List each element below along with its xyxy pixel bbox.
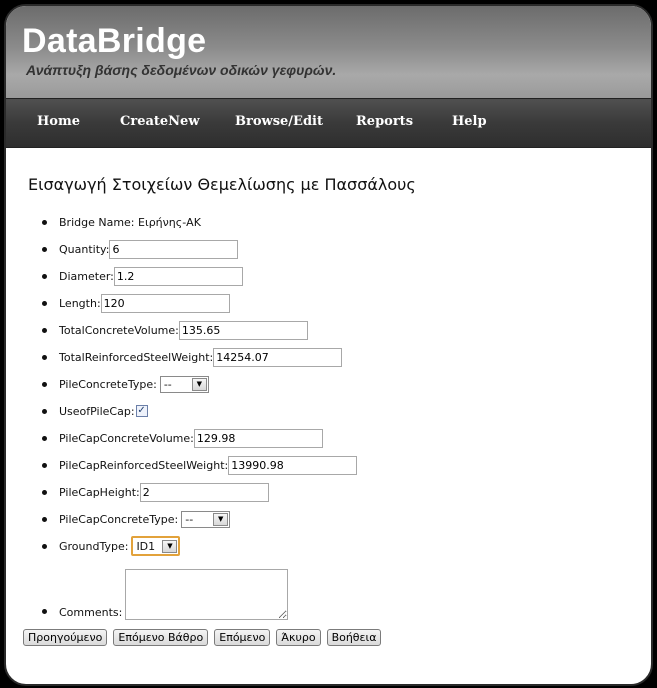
- form-row-length: Length:: [42, 292, 230, 314]
- triangle-down-icon[interactable]: ▼: [191, 377, 207, 391]
- bridge-name-value: Ειρήνης-ΑΚ: [138, 215, 201, 229]
- form-row-comments: Comments:: [42, 564, 289, 620]
- form-row-pile-cap-concrete-type: PileCapConcreteType: -- ▼: [42, 508, 231, 530]
- nav-help[interactable]: Help: [452, 114, 487, 129]
- form-row-pile-cap-reinforced-steel-weight: PileCapReinforcedSteelWeight:: [42, 454, 358, 476]
- bullet: [42, 219, 47, 225]
- use-of-pile-cap-checkbox[interactable]: ✓: [135, 405, 148, 417]
- diameter-input[interactable]: [113, 266, 243, 286]
- triangle-down-icon[interactable]: ▼: [213, 512, 229, 526]
- pile-cap-height-label: PileCapHeight:: [59, 485, 140, 499]
- pile-cap-concrete-type-label: PileCapConcreteType:: [59, 512, 179, 526]
- ground-type-label: GroundType:: [59, 539, 129, 553]
- triangle-down-icon[interactable]: ▼: [162, 539, 178, 553]
- total-reinforced-steel-weight-input[interactable]: [213, 347, 343, 367]
- pile-cap-concrete-volume-input[interactable]: [193, 428, 323, 448]
- next-pier-button[interactable]: Επόμενο Βάθρο: [113, 629, 209, 646]
- bullet: [42, 381, 47, 387]
- main-nav: Home CreateNew Browse/Edit Reports Help: [6, 98, 651, 148]
- pile-cap-concrete-type-select[interactable]: -- ▼: [181, 510, 231, 528]
- bullet: [42, 354, 47, 360]
- bullet: [42, 489, 47, 495]
- bullet: [42, 246, 47, 252]
- form-row-diameter: Diameter:: [42, 265, 243, 287]
- nav-reports[interactable]: Reports: [356, 114, 413, 129]
- pile-concrete-type-selected: --: [163, 377, 172, 391]
- quantity-input[interactable]: [109, 239, 239, 259]
- total-concrete-volume-label: TotalConcreteVolume:: [59, 323, 179, 337]
- site-header: DataBridge Ανάπτυξη βάσης δεδομένων οδικ…: [6, 6, 651, 98]
- bullet: [42, 516, 47, 522]
- total-concrete-volume-input[interactable]: [178, 320, 308, 340]
- cancel-button[interactable]: Άκυρο: [276, 629, 321, 646]
- length-input[interactable]: [100, 293, 230, 313]
- bullet: [42, 435, 47, 441]
- bullet: [42, 273, 47, 279]
- use-of-pile-cap-label: UseofPileCap:: [59, 404, 135, 418]
- app-window: DataBridge Ανάπτυξη βάσης δεδομένων οδικ…: [4, 4, 653, 686]
- bridge-name-label: Bridge Name:: [59, 215, 135, 229]
- quantity-label: Quantity:: [59, 242, 110, 256]
- pile-cap-height-input[interactable]: [139, 482, 269, 502]
- site-title: DataBridge: [22, 22, 207, 60]
- comments-textarea[interactable]: [125, 569, 289, 620]
- site-subtitle: Ανάπτυξη βάσης δεδομένων οδικών γεφυρών.: [26, 62, 337, 78]
- form-row-pile-concrete-type: PileConcreteType: -- ▼: [42, 373, 209, 395]
- pile-concrete-type-label: PileConcreteType:: [59, 377, 157, 391]
- pile-cap-concrete-volume-label: PileCapConcreteVolume:: [59, 431, 194, 445]
- bullet: [42, 300, 47, 306]
- form-row-total-reinforced-steel-weight: TotalReinforcedSteelWeight:: [42, 346, 343, 368]
- diameter-label: Diameter:: [59, 269, 114, 283]
- form-buttons: Προηγούμενο Επόμενο Βάθρο Επόμενο Άκυρο …: [23, 629, 382, 646]
- nav-home[interactable]: Home: [37, 114, 80, 129]
- next-button[interactable]: Επόμενο: [214, 629, 271, 646]
- total-reinforced-steel-weight-label: TotalReinforcedSteelWeight:: [59, 350, 214, 364]
- nav-create-new[interactable]: CreateNew: [120, 114, 200, 129]
- pile-cap-concrete-type-selected: --: [185, 512, 194, 526]
- ground-type-selected: ID1: [136, 539, 156, 553]
- form-row-use-of-pile-cap: UseofPileCap: ✓: [42, 400, 148, 422]
- comments-label: Comments:: [59, 606, 123, 619]
- nav-browse-edit[interactable]: Browse/Edit: [235, 114, 323, 129]
- bullet: [42, 408, 47, 414]
- length-label: Length:: [59, 296, 101, 310]
- pile-concrete-type-select[interactable]: -- ▼: [159, 375, 209, 393]
- ground-type-select[interactable]: ID1 ▼: [131, 536, 181, 556]
- pile-cap-reinforced-steel-weight-label: PileCapReinforcedSteelWeight:: [59, 458, 229, 472]
- page-title: Εισαγωγή Στοιχείων Θεμελίωσης με Πασσάλο…: [28, 175, 416, 194]
- bullet: [42, 462, 47, 468]
- form-row-total-concrete-volume: TotalConcreteVolume:: [42, 319, 308, 341]
- form-row-quantity: Quantity:: [42, 238, 239, 260]
- bullet: [42, 609, 47, 614]
- pile-cap-reinforced-steel-weight-input[interactable]: [228, 455, 358, 475]
- bullet: [42, 543, 47, 549]
- bullet: [42, 327, 47, 333]
- help-button[interactable]: Βοήθεια: [326, 629, 382, 646]
- check-icon: ✓: [137, 405, 146, 416]
- form-row-pile-cap-concrete-volume: PileCapConcreteVolume:: [42, 427, 323, 449]
- form-row-ground-type: GroundType: ID1 ▼: [42, 535, 181, 557]
- form-row-bridge-name: Bridge Name: Ειρήνης-ΑΚ: [42, 211, 201, 233]
- previous-button[interactable]: Προηγούμενο: [23, 629, 108, 646]
- form-row-pile-cap-height: PileCapHeight:: [42, 481, 269, 503]
